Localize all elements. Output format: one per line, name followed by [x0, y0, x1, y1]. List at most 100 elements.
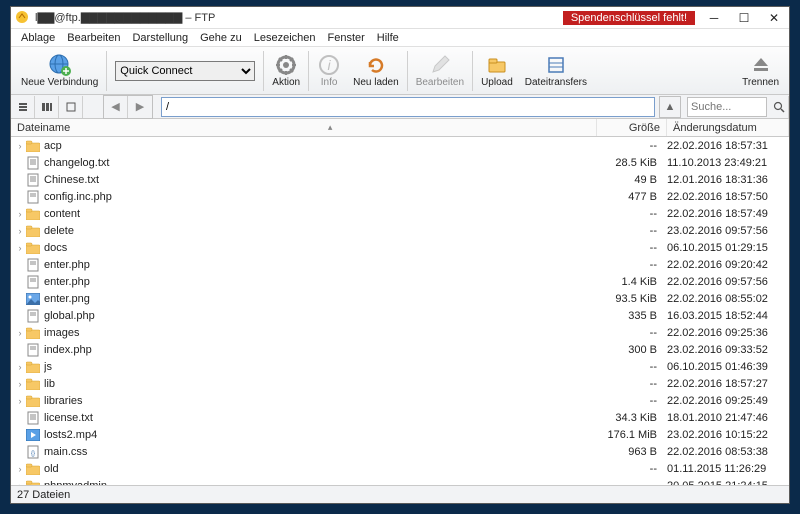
file-name: enter.php	[44, 259, 597, 271]
file-size: --	[597, 225, 667, 237]
file-row[interactable]: ›acp--22.02.2016 18:57:31	[11, 137, 789, 154]
file-row[interactable]: ›lib--22.02.2016 18:57:27	[11, 375, 789, 392]
action-label: Aktion	[272, 77, 300, 88]
expand-icon[interactable]: ›	[15, 396, 25, 406]
expand-icon[interactable]: ›	[15, 226, 25, 236]
css-icon: {}	[25, 445, 41, 459]
file-size: 49 B	[597, 174, 667, 186]
toolbar-separator	[472, 51, 473, 91]
file-row[interactable]: config.inc.php477 B22.02.2016 18:57:50	[11, 188, 789, 205]
expand-icon[interactable]: ›	[15, 328, 25, 338]
expand-icon[interactable]: ›	[15, 209, 25, 219]
file-row[interactable]: changelog.txt28.5 KiB11.10.2013 23:49:21	[11, 154, 789, 171]
toolbar-separator	[407, 51, 408, 91]
menu-lesezeichen[interactable]: Lesezeichen	[248, 31, 322, 45]
nav-back-button[interactable]: ◀	[104, 96, 128, 118]
file-date: 23.02.2016 09:33:52	[667, 344, 789, 356]
file-row[interactable]: losts2.mp4176.1 MiB23.02.2016 10:15:22	[11, 426, 789, 443]
search-input[interactable]	[687, 97, 767, 117]
sort-asc-icon: ▴	[70, 122, 590, 133]
file-row[interactable]: index.php300 B23.02.2016 09:33:52	[11, 341, 789, 358]
file-row[interactable]: Chinese.txt49 B12.01.2016 18:31:36	[11, 171, 789, 188]
file-row[interactable]: ›js--06.10.2015 01:46:39	[11, 358, 789, 375]
file-row[interactable]: enter.php1.4 KiB22.02.2016 09:57:56	[11, 273, 789, 290]
menu-darstellung[interactable]: Darstellung	[126, 31, 194, 45]
reload-button[interactable]: Neu laden	[347, 48, 405, 94]
menu-bearbeiten[interactable]: Bearbeiten	[61, 31, 126, 45]
info-icon: i	[317, 53, 341, 77]
php-icon	[25, 190, 41, 204]
disconnect-button[interactable]: Trennen	[736, 48, 785, 94]
view-list-icon[interactable]	[11, 96, 35, 118]
menu-geheuzu[interactable]: Gehe zu	[194, 31, 248, 45]
expand-icon[interactable]: ›	[15, 141, 25, 151]
col-date[interactable]: Änderungsdatum	[667, 119, 789, 136]
nav-up-button[interactable]: ▲	[659, 96, 681, 118]
file-name: index.php	[44, 344, 597, 356]
transfers-label: Dateitransfers	[525, 77, 587, 88]
quick-connect-select[interactable]: Quick Connect	[115, 61, 255, 81]
file-date: 22.02.2016 08:55:02	[667, 293, 789, 305]
file-row[interactable]: ›content--22.02.2016 18:57:49	[11, 205, 789, 222]
file-row[interactable]: ›phpmyadmin--20.05.2015 21:24:15	[11, 477, 789, 485]
eject-icon	[749, 53, 773, 77]
file-row[interactable]: enter.png93.5 KiB22.02.2016 08:55:02	[11, 290, 789, 307]
action-button[interactable]: Aktion	[266, 48, 306, 94]
file-name: js	[44, 361, 597, 373]
nav-forward-button[interactable]: ▶	[128, 96, 152, 118]
file-row[interactable]: global.php335 B16.03.2015 18:52:44	[11, 307, 789, 324]
quick-connect-dropdown[interactable]: Quick Connect	[115, 61, 255, 81]
file-name: acp	[44, 140, 597, 152]
file-name: delete	[44, 225, 597, 237]
file-name: lib	[44, 378, 597, 390]
search-icon[interactable]	[769, 96, 789, 118]
file-row[interactable]: ›delete--23.02.2016 09:57:56	[11, 222, 789, 239]
folder-icon	[25, 224, 41, 238]
file-row[interactable]: {}main.css963 B22.02.2016 08:53:38	[11, 443, 789, 460]
menu-hilfe[interactable]: Hilfe	[371, 31, 405, 45]
menu-fenster[interactable]: Fenster	[322, 31, 371, 45]
view-columns-icon[interactable]	[35, 96, 59, 118]
transfers-icon	[544, 53, 568, 77]
minimize-button[interactable]: ─	[699, 7, 729, 29]
maximize-button[interactable]: ☐	[729, 7, 759, 29]
col-size[interactable]: Größe	[597, 119, 667, 136]
file-row[interactable]: ›old--01.11.2015 11:26:29	[11, 460, 789, 477]
title-bar: l▇▇@ftp.▇▇▇▇▇▇▇▇▇▇▇▇ – FTP Spendenschlüs…	[11, 7, 789, 29]
upload-button[interactable]: Upload	[475, 48, 519, 94]
file-row[interactable]: ›docs--06.10.2015 01:29:15	[11, 239, 789, 256]
new-connection-button[interactable]: Neue Verbindung	[15, 48, 104, 94]
file-name: main.css	[44, 446, 597, 458]
file-size: 477 B	[597, 191, 667, 203]
folder-icon	[25, 377, 41, 391]
close-button[interactable]: ✕	[759, 7, 789, 29]
file-list[interactable]: ›acp--22.02.2016 18:57:31changelog.txt28…	[11, 137, 789, 485]
col-name[interactable]: Dateiname▴	[11, 119, 597, 136]
expand-icon[interactable]: ›	[15, 379, 25, 389]
transfers-button[interactable]: Dateitransfers	[519, 48, 593, 94]
txt-icon	[25, 156, 41, 170]
menu-bar: Ablage Bearbeiten Darstellung Gehe zu Le…	[11, 29, 789, 47]
edit-button[interactable]: Bearbeiten	[410, 48, 470, 94]
reload-label: Neu laden	[353, 77, 399, 88]
expand-icon[interactable]: ›	[15, 243, 25, 253]
expand-icon[interactable]: ›	[15, 362, 25, 372]
file-size: 34.3 KiB	[597, 412, 667, 424]
file-row[interactable]: license.txt34.3 KiB18.01.2010 21:47:46	[11, 409, 789, 426]
php-icon	[25, 275, 41, 289]
menu-ablage[interactable]: Ablage	[15, 31, 61, 45]
path-input[interactable]	[161, 97, 655, 117]
info-button[interactable]: i Info	[311, 48, 347, 94]
nav-bar: ◀ ▶ ▲	[11, 95, 789, 119]
donation-alert[interactable]: Spendenschlüssel fehlt!	[563, 11, 695, 25]
file-name: content	[44, 208, 597, 220]
file-row[interactable]: enter.php--22.02.2016 09:20:42	[11, 256, 789, 273]
view-misc-icon[interactable]	[59, 96, 83, 118]
file-name: images	[44, 327, 597, 339]
file-size: 963 B	[597, 446, 667, 458]
expand-icon[interactable]: ›	[15, 464, 25, 474]
file-row[interactable]: ›images--22.02.2016 09:25:36	[11, 324, 789, 341]
file-size: --	[597, 463, 667, 475]
status-bar: 27 Dateien	[11, 485, 789, 503]
file-row[interactable]: ›libraries--22.02.2016 09:25:49	[11, 392, 789, 409]
